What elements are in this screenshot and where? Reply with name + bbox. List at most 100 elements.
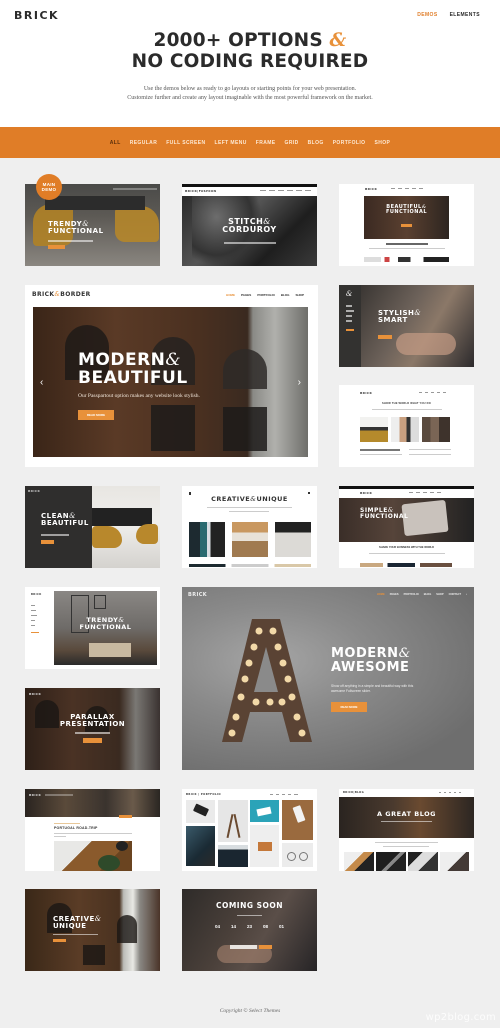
phone-shape — [192, 803, 210, 817]
post-image — [54, 841, 132, 871]
tripod-leg — [233, 814, 240, 838]
portfolio-item-phone — [186, 800, 215, 823]
demo-screenshot: MODERN& BEAUTIFUL Our Passpartout option … — [33, 307, 308, 457]
grid-image-2 — [232, 522, 268, 557]
demo-card-portugal-blog[interactable]: BRICK PORTUGAL ROAD-TRIP — [25, 789, 160, 871]
section-heading: SHOW THE WORLD WHAT YOU DO — [382, 402, 431, 405]
blog-thumb-1 — [344, 852, 374, 871]
demo-title-word2: FUNCTIONAL — [48, 227, 104, 236]
menu-item — [346, 315, 352, 317]
demo-card-creative-unique[interactable]: CREATIVE& UNIQUE — [25, 889, 160, 971]
mini-nav-blog: BLOG — [423, 593, 432, 596]
blog-header-image: BRICK — [25, 789, 160, 817]
mini-logo: BRICK — [31, 593, 42, 596]
demo-button — [378, 335, 392, 339]
menu-item — [31, 632, 39, 633]
mini-nav — [439, 792, 461, 794]
demo-title: MODERN& AWESOME — [331, 647, 411, 674]
demo-subtitle: Our Passpartout option makes any website… — [78, 393, 200, 399]
demo-screenshot: STITCH& CORDUROY — [182, 196, 317, 266]
demo-title-word2: CORDUROY — [222, 225, 277, 235]
menu-item — [31, 615, 37, 616]
site-logo[interactable]: BRICK — [14, 9, 59, 22]
demo-card-stylish-smart[interactable]: & STYLISH& SMART — [339, 285, 474, 367]
section-text — [207, 507, 292, 508]
demo-card-simple-functional[interactable]: BRICK SIMPLE& FUNCTIONAL SHARE YOUR BUSIN… — [339, 486, 474, 568]
demo-card-trendy-functional-left-menu[interactable]: BRICK TRENDY& FUNCTIONAL — [25, 587, 160, 669]
section-text — [372, 409, 442, 410]
nav-demos[interactable]: DEMOS — [417, 12, 437, 18]
demo-screenshot: STYLISH& SMART — [361, 285, 474, 367]
hero-subtitle-line1: Use the demos below as ready to go layou… — [143, 86, 357, 92]
countdown-minutes: 23 — [246, 924, 252, 929]
demo-card-creative-unique-grid[interactable]: CREATIVE&UNIQUE — [182, 486, 317, 568]
dark-panel: BRICK CLEAN& BEAUTIFUL — [25, 486, 92, 568]
mini-nav — [260, 190, 311, 192]
demo-card-clean-beautiful[interactable]: BRICK CLEAN& BEAUTIFUL — [25, 486, 160, 568]
demo-card-coming-soon[interactable]: COMING SOON 04 14 23 08 01 — [182, 889, 317, 971]
demo-card-show-the-world[interactable]: BRICK SHOW THE WORLD WHAT YOU DO — [339, 385, 474, 467]
hero-title-line2: NO CODING REQUIRED — [131, 51, 369, 72]
section-text — [229, 511, 269, 512]
mini-nav-portfolio: PORTFOLIO — [403, 593, 419, 596]
filter-grid[interactable]: GRID — [285, 140, 299, 146]
filter-frame[interactable]: FRAME — [256, 140, 276, 146]
demo-title: STITCH& CORDUROY — [182, 217, 317, 235]
menu-item — [31, 620, 35, 621]
filter-portfolio[interactable]: PORTFOLIO — [333, 140, 366, 146]
countdown-seconds: 08 — [263, 924, 269, 929]
countdown-extra: 01 — [279, 924, 285, 929]
menu-item — [31, 610, 36, 611]
mini-logo: BRICK — [365, 187, 378, 191]
image-sofa — [360, 417, 388, 442]
demo-card-stitch-corduroy[interactable]: BRICK|FASHION STITCH& CORDUROY — [182, 184, 317, 266]
section-text — [369, 553, 445, 554]
mini-logo: BRICK — [29, 793, 42, 797]
demo-card-great-blog[interactable]: BRICK|BLOG A GREAT BLOG — [339, 789, 474, 871]
demo-card-brick-border[interactable]: BRICK&BORDER HOME PAGES PORTFOLIO BLOG S… — [25, 285, 318, 467]
close-icon — [308, 492, 310, 494]
demo-screenshot: BRICK HOME PAGES PORTFOLIO BLOG SHOP CON… — [182, 587, 474, 770]
demo-title-word2: FUNCTIONAL — [385, 209, 428, 216]
mini-nav — [419, 392, 446, 394]
filter-blog[interactable]: BLOG — [308, 140, 324, 146]
demo-subtitle: Show off anything in a simple and beauti… — [331, 684, 414, 693]
mini-nav-shop: SHOP — [295, 293, 304, 297]
demo-subtitle-line — [48, 240, 93, 242]
mini-nav-portfolio: PORTFOLIO — [257, 293, 275, 297]
mini-nav-pages: PAGES — [389, 593, 399, 596]
filter-shop[interactable]: SHOP — [374, 140, 390, 146]
mini-nav — [391, 188, 423, 190]
demo-title-word2: UNIQUE — [53, 922, 87, 931]
section-heading: SHARE YOUR BUSINESS WITH THE WORLD — [379, 546, 434, 549]
mini-logo: BRICK&BORDER — [32, 291, 91, 298]
sofa — [45, 196, 145, 210]
top-nav: DEMOS ELEMENTS — [417, 12, 480, 18]
filter-bar: ALL REGULAR FULL SCREEN LEFT MENU FRAME … — [0, 127, 500, 158]
demo-card-parallax-presentation[interactable]: BRICK PARALLAX PRESENTATION — [25, 688, 160, 770]
badge-line2: DEMO — [41, 187, 57, 192]
demo-subtitle-line — [75, 732, 110, 734]
demo-card-portfolio-grid[interactable]: BRICK | PORTFOLIO — [182, 789, 317, 871]
demo-title-word2: FUNCTIONAL — [79, 622, 132, 631]
demo-subtitle-line — [224, 242, 276, 244]
text-block — [409, 454, 451, 455]
demo-title: CREATIVE&UNIQUE — [182, 496, 317, 503]
mini-nav — [113, 188, 157, 190]
demo-header-bar — [182, 184, 317, 187]
nav-elements[interactable]: ELEMENTS — [450, 12, 480, 18]
demo-card-beautiful-functional[interactable]: BRICK BEAUTIFUL& FUNCTIONAL — [339, 184, 474, 266]
demo-top-bar — [339, 486, 474, 489]
filter-regular[interactable]: REGULAR — [130, 140, 158, 146]
section-text — [369, 248, 445, 249]
filter-all[interactable]: ALL — [110, 140, 121, 146]
mini-nav — [409, 492, 441, 494]
post-meta — [54, 823, 80, 824]
demo-screenshot: CREATIVE& UNIQUE — [25, 889, 160, 971]
filter-left-menu[interactable]: LEFT MENU — [215, 140, 247, 146]
demo-screenshot — [92, 486, 160, 568]
filter-full-screen[interactable]: FULL SCREEN — [166, 140, 205, 146]
demo-card-modern-awesome[interactable]: BRICK HOME PAGES PORTFOLIO BLOG SHOP CON… — [182, 587, 474, 770]
slider-prev-arrow: ‹ — [40, 377, 44, 388]
demo-title: MODERN& BEAUTIFUL — [78, 351, 188, 388]
